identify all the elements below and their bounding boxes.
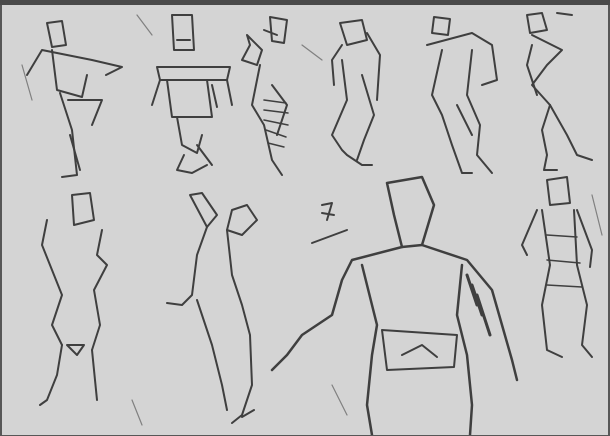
figure-twisting [526,12,593,171]
sketch-artwork [21,12,603,435]
figure-walking-pose [26,20,123,178]
app-window [0,0,610,436]
figure-hands-on-hips [426,16,498,174]
figure-hourglass [39,192,108,406]
figure-muscular-male [270,175,519,435]
drawing-canvas[interactable] [2,5,608,435]
figure-reaching [166,192,258,424]
figure-skeletal-robot [151,14,233,174]
figure-crouched-shaded [241,16,289,176]
figure-standing-male [521,176,593,358]
figure-standing-contrapposto [331,19,381,166]
figure-small-doodle [311,202,348,244]
